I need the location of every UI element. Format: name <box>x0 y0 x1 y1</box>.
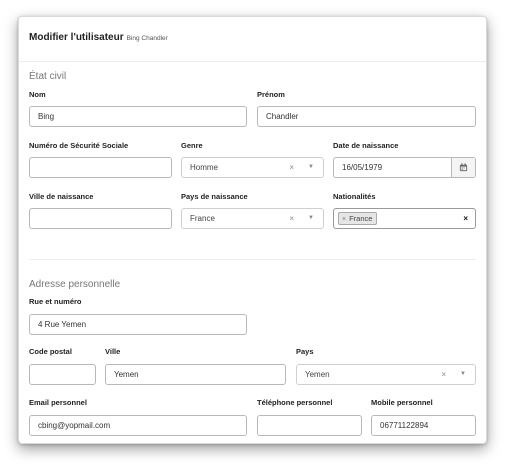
section-title-adresse: Adresse personnelle <box>29 279 121 290</box>
prenom-input[interactable]: Chandler <box>257 106 476 127</box>
card-header: Modifier l'utilisateur Bing Chandler <box>19 17 486 62</box>
pays-select[interactable]: Yemen × ▼ <box>296 364 476 385</box>
prenom-label: Prénom <box>257 90 285 99</box>
pays-naissance-clear-icon[interactable]: × <box>289 209 294 228</box>
telephone-input[interactable] <box>257 415 362 436</box>
page-title: Modifier l'utilisateur Bing Chandler <box>29 32 168 43</box>
email-input[interactable]: cbing@yopmail.com <box>29 415 247 436</box>
pays-naissance-chevron-down-icon[interactable]: ▼ <box>308 209 314 228</box>
pays-value: Yemen <box>305 370 330 379</box>
tag-remove-icon[interactable]: × <box>342 216 346 223</box>
section-divider <box>29 259 476 260</box>
ville-naissance-input[interactable] <box>29 208 172 229</box>
nationalite-tag-label: France <box>349 214 373 223</box>
telephone-label: Téléphone personnel <box>257 398 333 407</box>
genre-clear-icon[interactable]: × <box>289 158 294 177</box>
email-label: Email personnel <box>29 398 87 407</box>
secu-input[interactable] <box>29 157 172 178</box>
mobile-input[interactable]: 06771122894 <box>371 415 476 436</box>
pays-clear-icon[interactable]: × <box>441 365 446 384</box>
date-picker-button[interactable] <box>451 158 475 177</box>
code-postal-input[interactable] <box>29 364 96 385</box>
pays-chevron-down-icon[interactable]: ▼ <box>460 365 466 384</box>
mobile-label: Mobile personnel <box>371 398 433 407</box>
pays-naissance-value: France <box>190 214 215 223</box>
pays-naissance-label: Pays de naissance <box>181 192 248 201</box>
nom-label: Nom <box>29 90 46 99</box>
ville-label: Ville <box>105 347 121 356</box>
pays-naissance-select[interactable]: France × ▼ <box>181 208 324 229</box>
date-naissance-input[interactable]: 16/05/1979 <box>333 157 476 178</box>
nationalite-tag: × France <box>338 212 378 225</box>
date-naissance-label: Date de naissance <box>333 141 399 150</box>
genre-value: Homme <box>190 163 219 172</box>
pays-label: Pays <box>296 347 314 356</box>
rue-input[interactable]: 4 Rue Yemen <box>29 314 247 335</box>
calendar-icon <box>459 163 468 172</box>
nom-input[interactable]: Bing <box>29 106 247 127</box>
edit-user-card: Modifier l'utilisateur Bing Chandler État… <box>18 16 487 444</box>
ville-naissance-label: Ville de naissance <box>29 192 94 201</box>
date-naissance-value: 16/05/1979 <box>342 163 383 172</box>
rue-label: Rue et numéro <box>29 297 82 306</box>
secu-label: Numéro de Sécurité Sociale <box>29 141 129 150</box>
nationalites-clear-icon[interactable]: × <box>463 209 468 228</box>
code-postal-label: Code postal <box>29 347 72 356</box>
genre-chevron-down-icon[interactable]: ▼ <box>308 158 314 177</box>
section-title-etat-civil: État civil <box>29 71 67 82</box>
ville-input[interactable]: Yemen <box>105 364 286 385</box>
genre-label: Genre <box>181 141 203 150</box>
nationalites-label: Nationalités <box>333 192 376 201</box>
genre-select[interactable]: Homme × ▼ <box>181 157 324 178</box>
page-title-text: Modifier l'utilisateur <box>29 32 124 43</box>
user-name-subtitle: Bing Chandler <box>126 35 168 42</box>
nationalites-multiselect[interactable]: × France × <box>333 208 476 229</box>
